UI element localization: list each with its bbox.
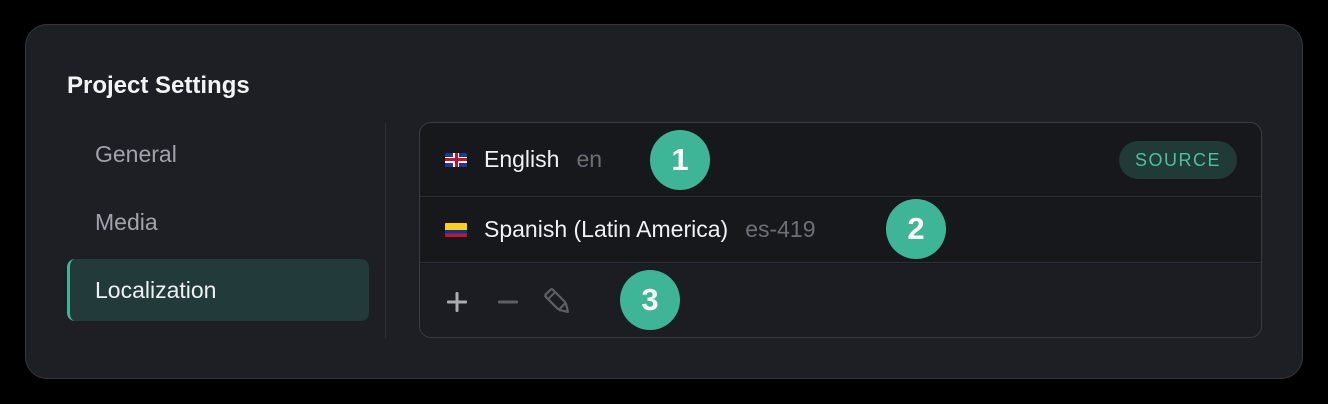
remove-language-button[interactable] bbox=[490, 282, 526, 322]
nav-item-media[interactable]: Media bbox=[67, 191, 369, 253]
sidebar-divider bbox=[385, 123, 386, 338]
step-marker-3: 3 bbox=[620, 270, 680, 330]
page-title: Project Settings bbox=[67, 72, 250, 99]
uk-flag-icon bbox=[445, 152, 467, 167]
nav-item-label: Localization bbox=[95, 276, 217, 303]
pencil-icon bbox=[544, 288, 569, 313]
language-toolbar bbox=[420, 264, 1261, 337]
colombia-flag-icon bbox=[445, 222, 467, 237]
language-code: es-419 bbox=[745, 216, 816, 242]
source-badge: SOURCE bbox=[1118, 141, 1237, 179]
minus-icon bbox=[498, 300, 518, 304]
nav-item-localization[interactable]: Localization bbox=[67, 259, 369, 321]
language-list: English en SOURCE Spanish (Latin America… bbox=[419, 122, 1262, 338]
nav-item-general[interactable]: General bbox=[67, 123, 369, 185]
step-marker-1: 1 bbox=[650, 130, 710, 190]
language-row-spanish[interactable]: Spanish (Latin America) es-419 bbox=[420, 197, 1261, 263]
language-row-english[interactable]: English en SOURCE bbox=[420, 123, 1261, 197]
nav-item-label: General bbox=[95, 140, 177, 167]
edit-language-button[interactable] bbox=[540, 282, 576, 322]
nav-item-label: Media bbox=[95, 208, 158, 235]
language-name: English bbox=[484, 146, 560, 172]
step-marker-2: 2 bbox=[886, 199, 946, 259]
language-name: Spanish (Latin America) bbox=[484, 216, 729, 242]
add-language-button[interactable] bbox=[439, 282, 475, 322]
language-code: en bbox=[576, 146, 603, 172]
plus-icon bbox=[447, 292, 467, 312]
